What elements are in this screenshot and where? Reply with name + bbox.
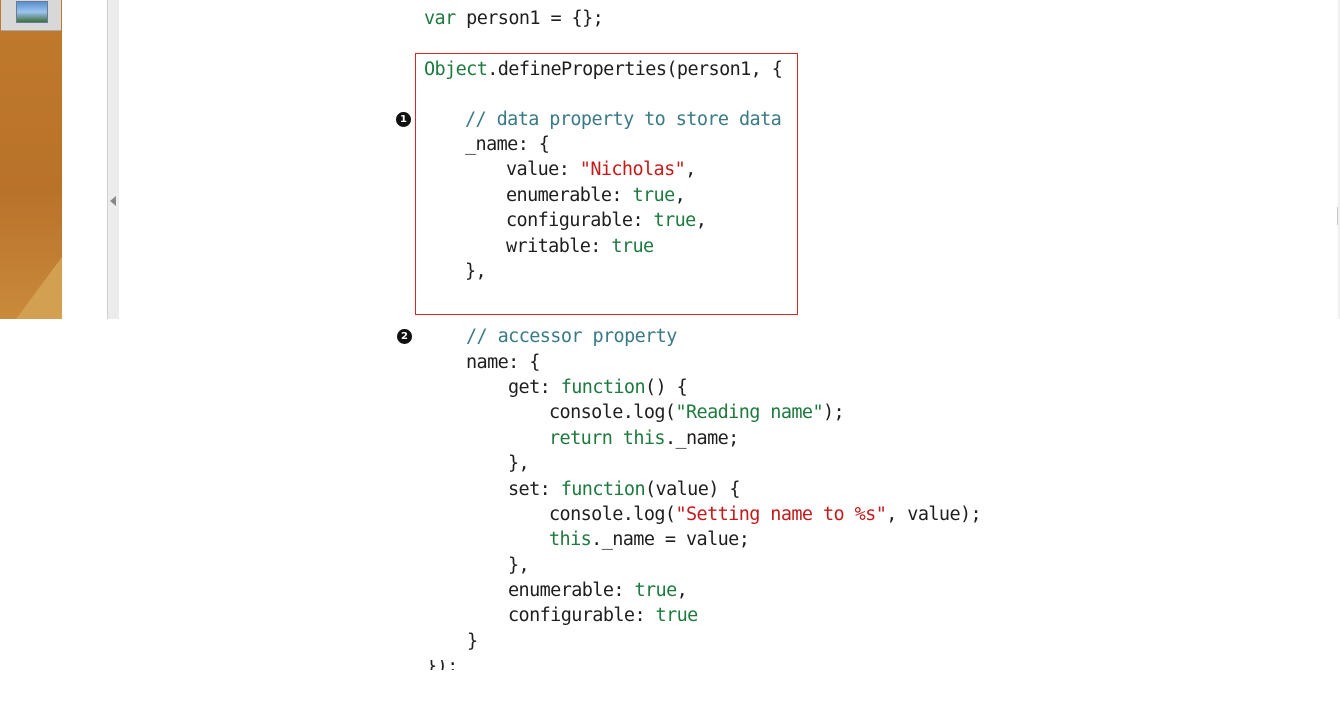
- code-keyword: this: [622, 428, 666, 449]
- code-string: "Reading name": [675, 402, 824, 423]
- code-keyword: true: [634, 580, 677, 601]
- code-text: console.log(: [549, 504, 676, 525]
- code-keyword: Object: [424, 59, 488, 80]
- code-keyword: this: [549, 529, 592, 550]
- code-text: , value);: [886, 504, 982, 525]
- code-text: configurable:: [508, 605, 656, 626]
- code-line: configurable: true,: [506, 210, 707, 231]
- scrollbar-handle[interactable]: [1337, 207, 1338, 225]
- code-text: () {: [645, 377, 688, 398]
- code-string: "Setting name to %s": [675, 504, 887, 525]
- code-keyword: true: [653, 210, 697, 231]
- code-keyword: function: [560, 377, 646, 398]
- code-text: ,: [685, 159, 696, 180]
- code-line: });: [426, 660, 458, 670]
- code-text: (value) {: [645, 479, 740, 500]
- code-line: },: [508, 453, 530, 474]
- callout-marker-2: 2: [397, 329, 412, 344]
- code-line: enumerable: true,: [508, 580, 688, 601]
- code-text: ,: [695, 210, 707, 231]
- code-line: set: function(value) {: [508, 480, 740, 500]
- code-text: set:: [508, 479, 561, 500]
- code-comment: // accessor property: [466, 326, 677, 347]
- code-keyword: true: [655, 605, 699, 626]
- side-pane: [62, 0, 108, 319]
- callout-marker-1: 1: [396, 112, 411, 127]
- code-line: configurable: true: [508, 606, 698, 626]
- code-line: _name: {: [465, 134, 550, 155]
- code-line: writable: true: [506, 237, 654, 257]
- code-keyword: true: [611, 236, 654, 257]
- image-thumbnail-icon: [16, 1, 48, 23]
- code-text: ._name;: [664, 428, 739, 449]
- code-line: name: {: [466, 352, 540, 373]
- desktop-accent-shape: [16, 257, 62, 319]
- code-keyword: function: [560, 479, 646, 500]
- desktop-background: [0, 0, 62, 319]
- code-line: }: [467, 631, 478, 652]
- code-text: person1 = {};: [455, 8, 604, 29]
- code-line: },: [508, 555, 530, 576]
- code-text: configurable:: [506, 210, 654, 231]
- code-text: ,: [676, 580, 688, 601]
- code-text: get:: [508, 377, 561, 398]
- clipped-line-wrapper: });: [0, 660, 1340, 670]
- code-line: get: function() {: [508, 377, 688, 398]
- code-keyword: return: [549, 428, 613, 449]
- code-text: );: [823, 402, 845, 423]
- pane-splitter[interactable]: [107, 0, 119, 319]
- code-keyword: true: [632, 185, 675, 206]
- code-keyword: var: [424, 8, 456, 29]
- code-line: this._name = value;: [549, 529, 750, 550]
- code-text: ._name = value;: [591, 529, 750, 550]
- code-string: "Nicholas": [579, 159, 686, 180]
- code-text: ,: [674, 185, 686, 206]
- code-line: value: "Nicholas",: [506, 160, 696, 180]
- code-text: value:: [506, 159, 580, 180]
- code-line: return this._name;: [549, 429, 739, 449]
- taskbar-thumbnail[interactable]: [1, 0, 61, 31]
- code-line: console.log("Setting name to %s", value)…: [549, 504, 982, 525]
- code-comment: // data property to store data: [465, 109, 782, 130]
- code-line: enumerable: true,: [506, 185, 686, 206]
- code-text: console.log(: [549, 402, 676, 423]
- code-line: },: [465, 261, 487, 282]
- code-text: .defineProperties(person1, {: [487, 59, 783, 80]
- code-text: writable:: [506, 236, 612, 257]
- code-line: console.log("Reading name");: [549, 402, 845, 423]
- code-text: enumerable:: [506, 185, 633, 206]
- code-text: enumerable:: [508, 580, 635, 601]
- collapse-left-icon[interactable]: [110, 196, 116, 206]
- code-line: var person1 = {};: [424, 8, 604, 29]
- code-line: Object.defineProperties(person1, {: [424, 59, 783, 80]
